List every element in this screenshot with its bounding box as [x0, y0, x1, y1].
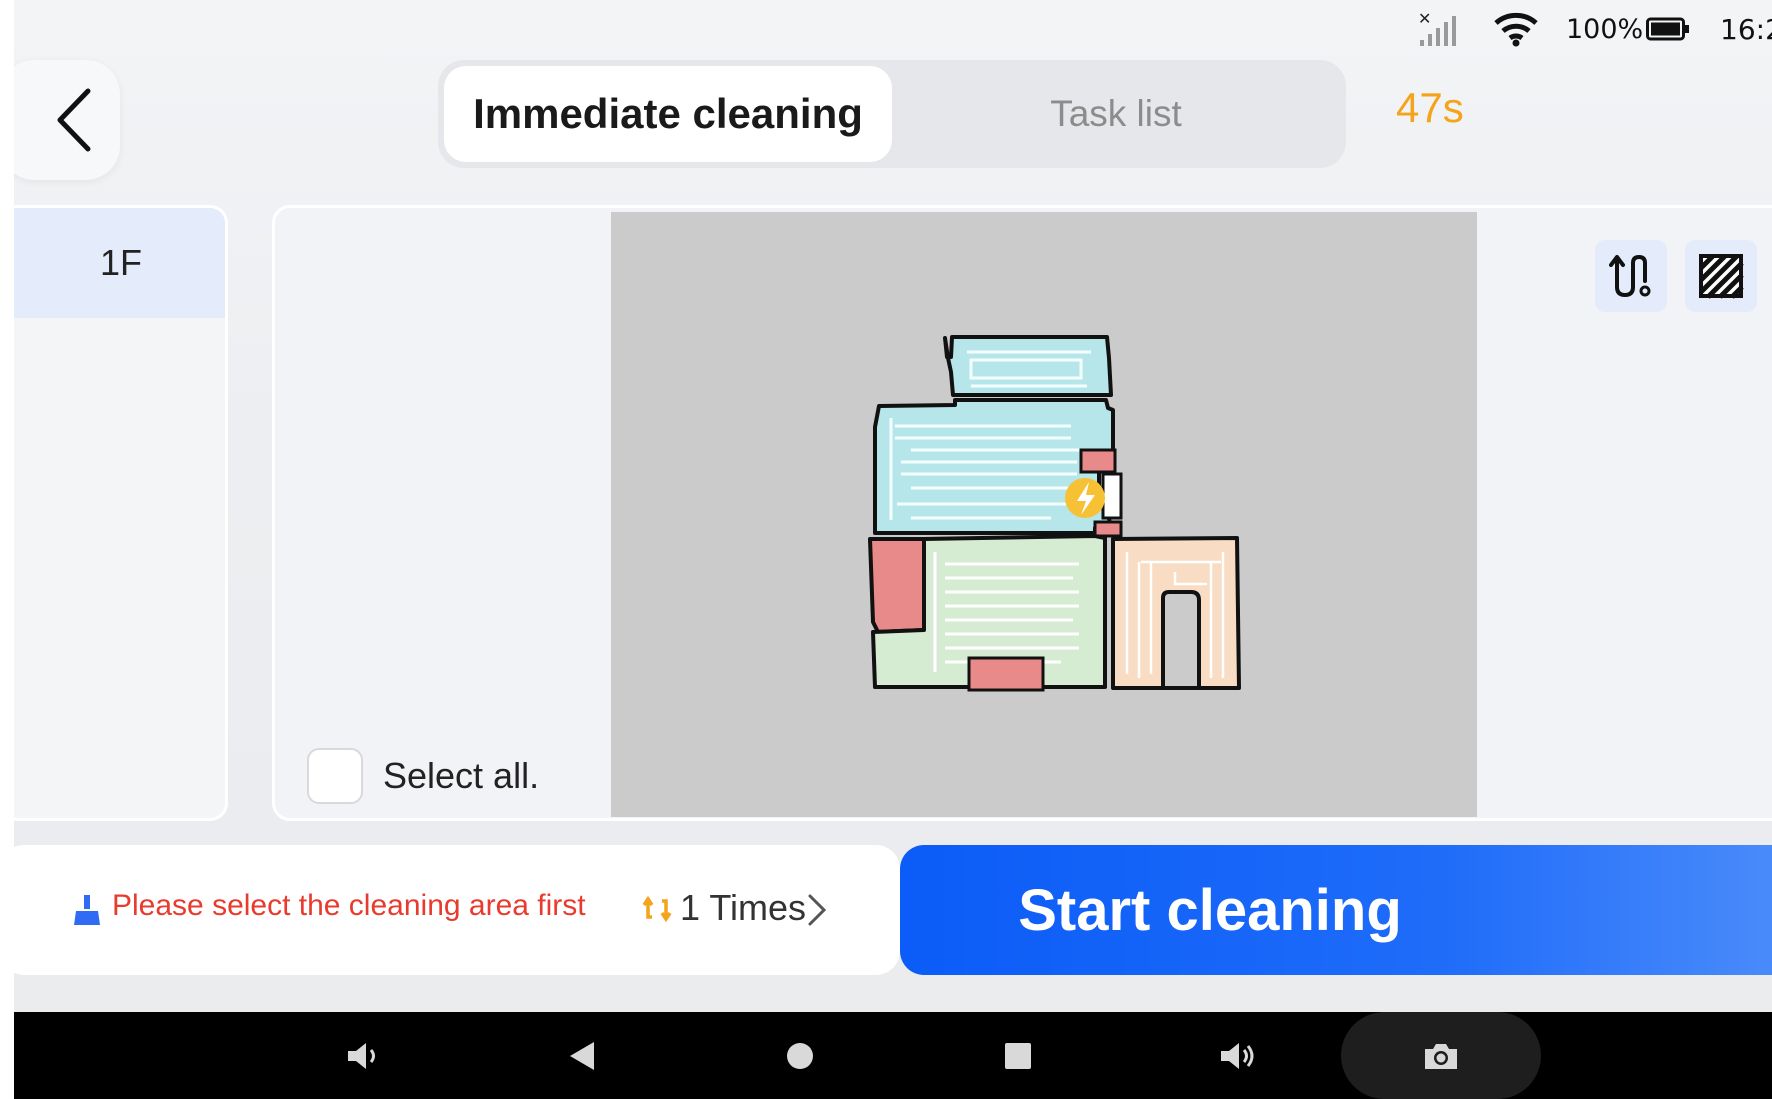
screenshot-button[interactable]: [1341, 1012, 1541, 1099]
room-peach[interactable]: [1111, 536, 1241, 690]
route-toggle-button[interactable]: [1595, 240, 1667, 312]
battery-icon: [1646, 10, 1692, 48]
svg-text:✕: ✕: [1418, 10, 1431, 28]
chevron-right-icon[interactable]: [806, 893, 828, 927]
nav-recents-button[interactable]: [986, 1012, 1050, 1099]
select-all-checkbox[interactable]: [307, 748, 363, 804]
repeat-icon: [642, 895, 672, 923]
area-shading-button[interactable]: [1685, 240, 1757, 312]
tab-immediate-cleaning[interactable]: Immediate cleaning: [444, 66, 892, 162]
select-all-control[interactable]: Select all.: [307, 748, 539, 804]
no-signal-icon: ✕: [1416, 10, 1462, 48]
map-panel: Select all.: [272, 205, 1772, 821]
volume-down-button[interactable]: [332, 1012, 396, 1099]
repeat-times-selector[interactable]: 1 Times: [680, 887, 806, 929]
wifi-icon: [1494, 10, 1542, 48]
hatch-icon: [1699, 254, 1744, 299]
hint-text: Please select the cleaning area first: [112, 889, 586, 922]
floor-item-label: 1F: [99, 242, 142, 283]
battery-percent: 100%: [1566, 13, 1644, 45]
cleaning-map[interactable]: [611, 212, 1477, 817]
mode-tabs: Immediate cleaning Task list: [438, 60, 1346, 168]
back-button[interactable]: [14, 60, 120, 180]
camera-icon: [1425, 1043, 1457, 1069]
start-cleaning-label: Start cleaning: [1018, 877, 1402, 943]
route-icon: [1609, 254, 1651, 298]
start-cleaning-button[interactable]: Start cleaning: [900, 845, 1772, 975]
select-all-label: Select all.: [383, 755, 540, 796]
broom-icon: [74, 895, 100, 925]
clock: 16:2: [1720, 12, 1772, 46]
countdown-timer: 47s: [1396, 84, 1464, 131]
home-circle-icon: [787, 1042, 813, 1069]
volume-down-icon: [348, 1042, 375, 1069]
nav-home-button[interactable]: [768, 1012, 832, 1099]
tab-task-list[interactable]: Task list: [892, 66, 1340, 162]
floor-item-1f[interactable]: 1F: [14, 208, 225, 318]
volume-up-button[interactable]: [1206, 1012, 1270, 1099]
cleaning-hint-card: Please select the cleaning area first 1 …: [14, 845, 900, 975]
system-nav-bar: [14, 1012, 1772, 1099]
floor-selector: 1F: [14, 205, 228, 821]
nav-back-button[interactable]: [550, 1012, 614, 1099]
status-bar: ✕ 100% 16:2: [14, 0, 1772, 58]
chevron-left-icon: [57, 88, 91, 152]
volume-up-icon: [1221, 1042, 1254, 1069]
recents-square-icon: [1005, 1042, 1031, 1069]
lightning-icon: [1065, 478, 1105, 518]
room-red-left[interactable]: [868, 537, 926, 634]
back-triangle-icon: [570, 1041, 594, 1070]
app-screen: ✕ 100% 16:2: [14, 0, 1772, 1099]
room-top-cyan[interactable]: [943, 335, 1113, 397]
